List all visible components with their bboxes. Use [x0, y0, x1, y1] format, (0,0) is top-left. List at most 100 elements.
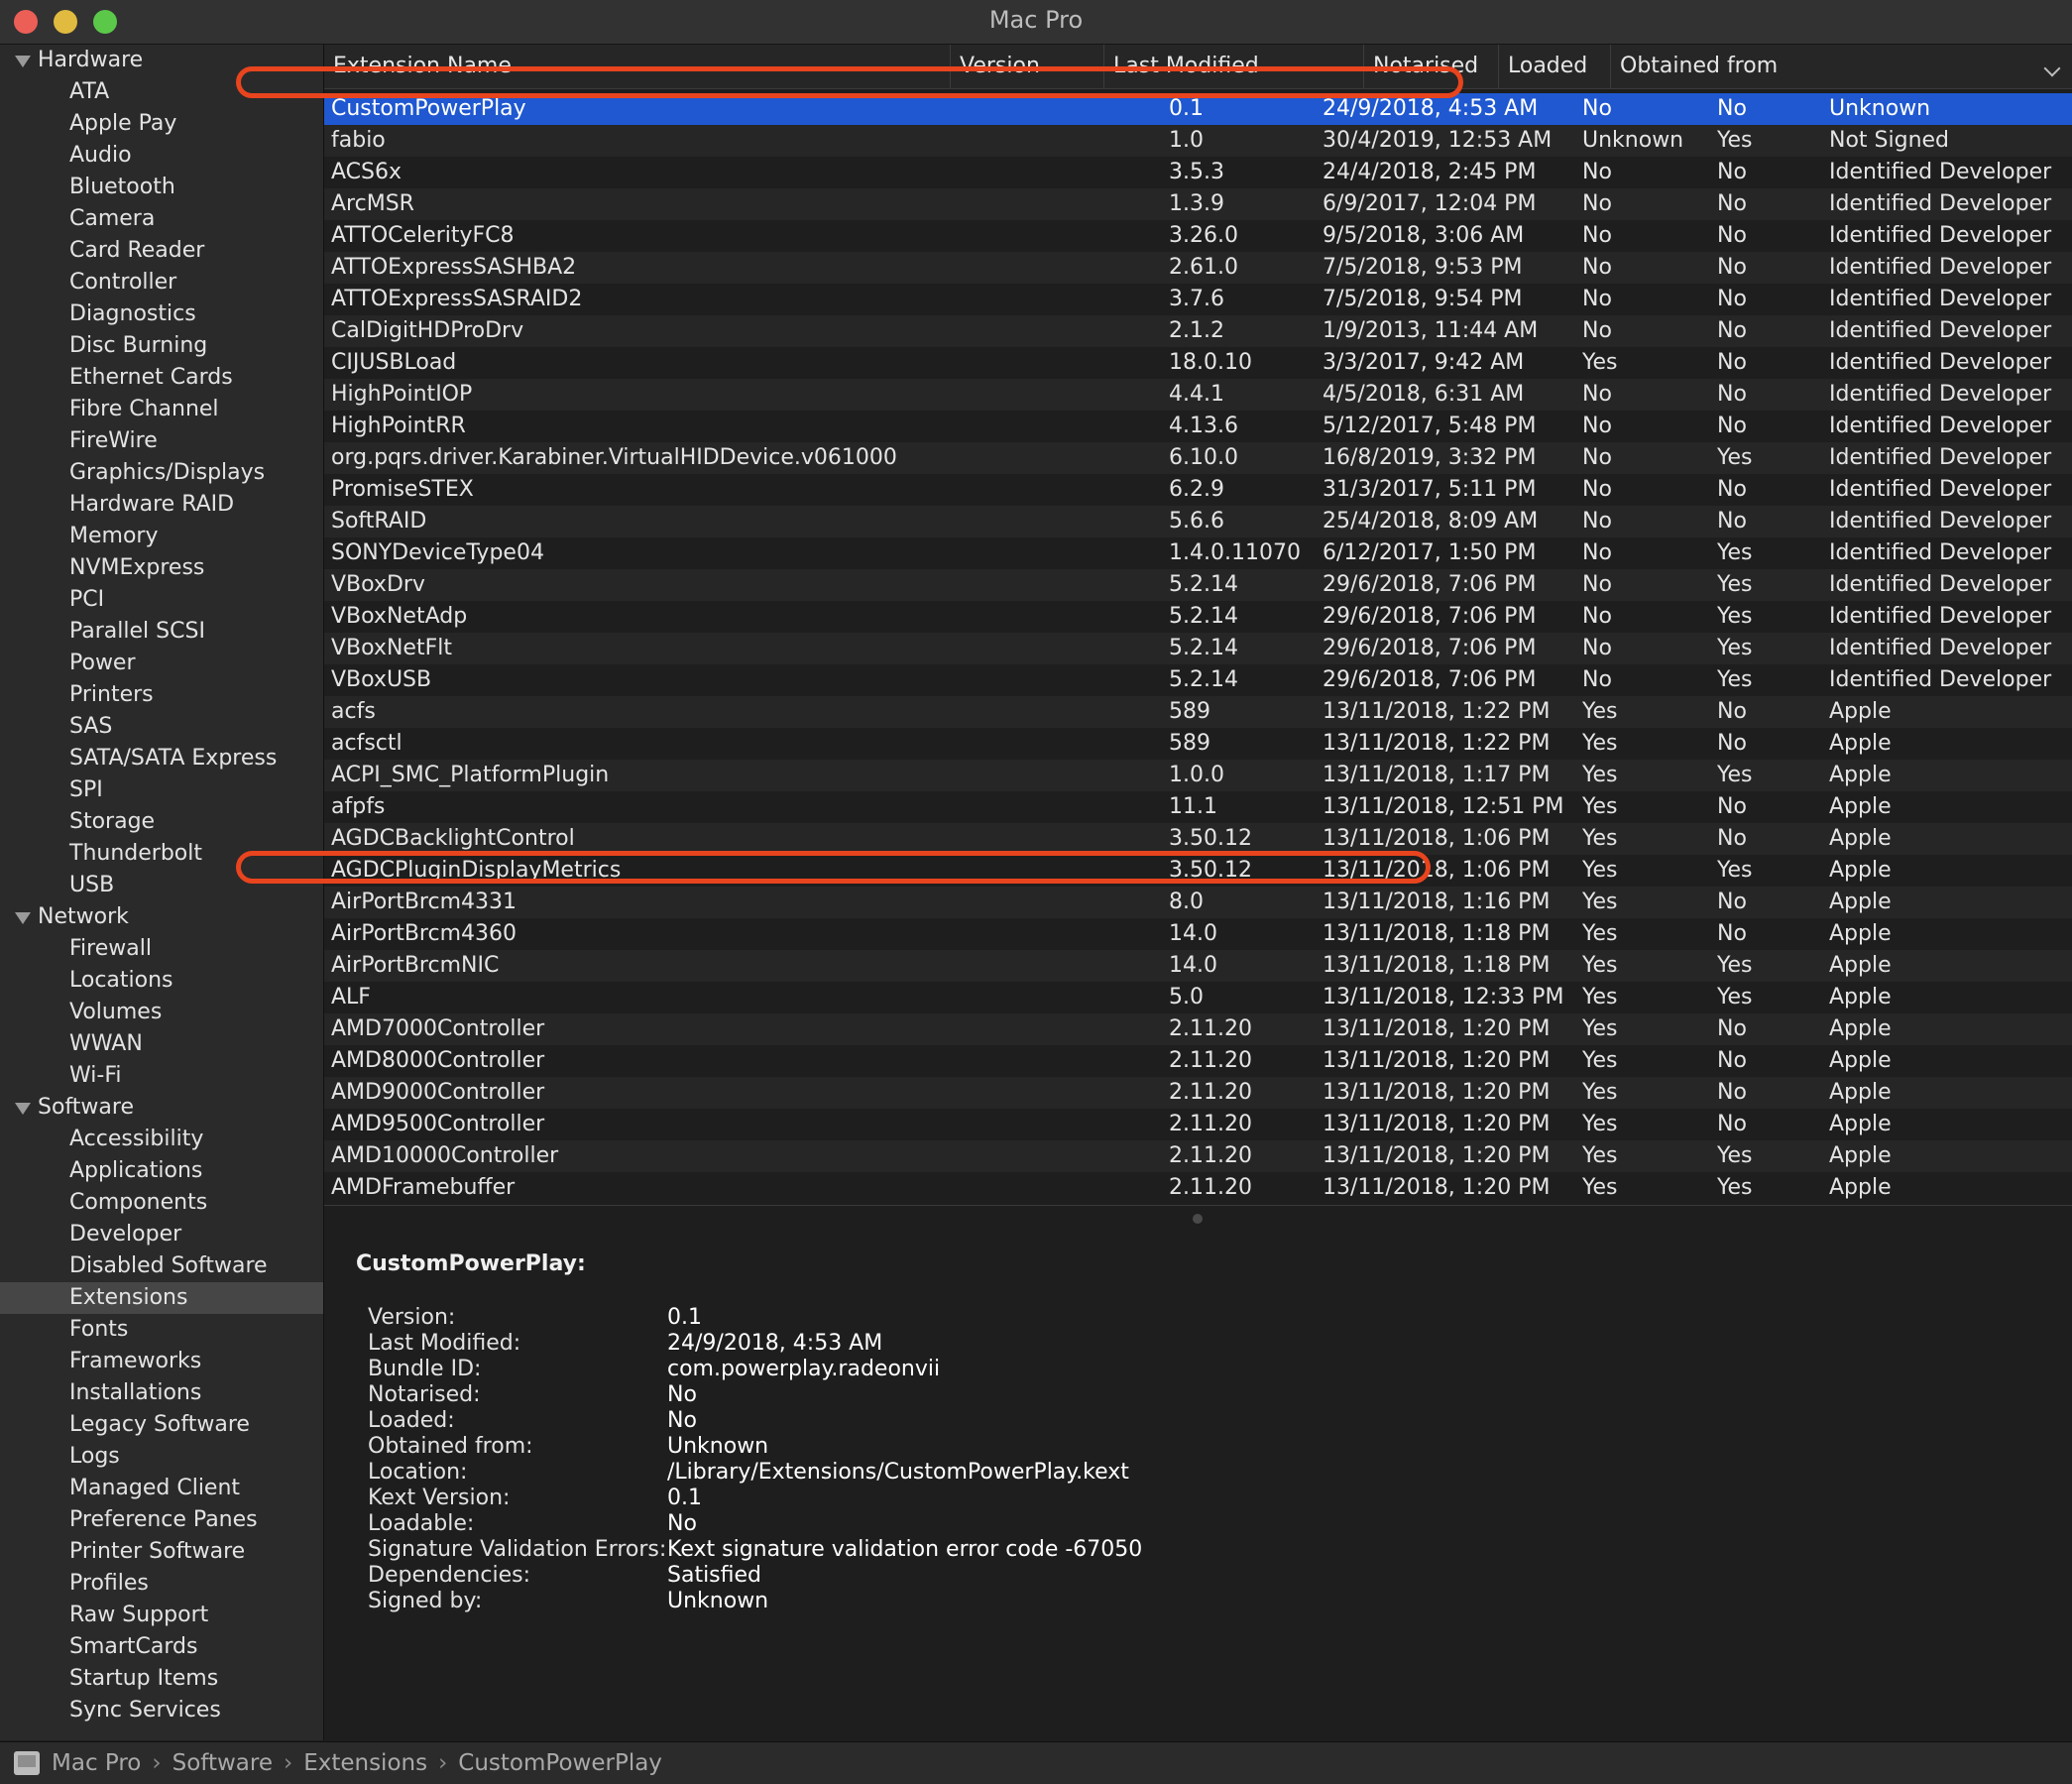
sidebar-item-frameworks[interactable]: Frameworks	[0, 1346, 323, 1377]
sidebar-item-audio[interactable]: Audio	[0, 140, 323, 172]
sidebar-item-applications[interactable]: Applications	[0, 1155, 323, 1187]
sidebar-item-locations[interactable]: Locations	[0, 965, 323, 997]
sidebar-item-hardware-raid[interactable]: Hardware RAID	[0, 489, 323, 521]
sidebar-item-graphics-displays[interactable]: Graphics/Displays	[0, 457, 323, 489]
sidebar-item-storage[interactable]: Storage	[0, 806, 323, 838]
breadcrumb-item-extensions[interactable]: Extensions	[303, 1750, 427, 1776]
table-row[interactable]: acfsctl 589 13/11/2018, 1:22 PM Yes No Apple	[324, 728, 2072, 760]
table-row[interactable]: org.pqrs.driver.Karabiner.VirtualHIDDevi…	[324, 442, 2072, 474]
sidebar-item-diagnostics[interactable]: Diagnostics	[0, 298, 323, 330]
table-row[interactable]: AMD9000Controller 2.11.20 13/11/2018, 1:20…	[324, 1077, 2072, 1109]
sidebar-section-hardware[interactable]: Hardware	[0, 45, 323, 76]
split-view-divider[interactable]	[324, 1205, 2072, 1233]
sidebar-item-fonts[interactable]: Fonts	[0, 1314, 323, 1346]
table-row[interactable]: SoftRAID 5.6.6 25/4/2018, 8:09 AM No No Ident…	[324, 506, 2072, 537]
disclosure-triangle-icon[interactable]	[15, 1103, 31, 1115]
sidebar-item-ata[interactable]: ATA	[0, 76, 323, 108]
table-row[interactable]: AMDFramebuffer 2.11.20 13/11/2018, 1:20 PM…	[324, 1172, 2072, 1204]
sidebar-item-apple-pay[interactable]: Apple Pay	[0, 108, 323, 140]
table-row[interactable]: ATTOExpressSASRAID2 3.7.6 7/5/2018, 9:54 P…	[324, 284, 2072, 315]
sidebar-item-profiles[interactable]: Profiles	[0, 1568, 323, 1600]
sidebar-item-disc-burning[interactable]: Disc Burning	[0, 330, 323, 362]
sidebar-item-wi-fi[interactable]: Wi-Fi	[0, 1060, 323, 1092]
table-row[interactable]: ACPI_SMC_PlatformPlugin 1.0.0 13/11/2018, …	[324, 760, 2072, 791]
sidebar-item-fibre-channel[interactable]: Fibre Channel	[0, 394, 323, 425]
sidebar-item-managed-client[interactable]: Managed Client	[0, 1473, 323, 1504]
sidebar-item-startup-items[interactable]: Startup Items	[0, 1663, 323, 1695]
table-row[interactable]: AirPortBrcmNIC 14.0 13/11/2018, 1:18 PM Yes…	[324, 950, 2072, 982]
sidebar-item-extensions[interactable]: Extensions	[0, 1282, 323, 1314]
sidebar-item-spi[interactable]: SPI	[0, 774, 323, 806]
table-row[interactable]: acfs 589 13/11/2018, 1:22 PM Yes No Apple	[324, 696, 2072, 728]
column-header-notarised[interactable]: Notarised	[1364, 45, 1499, 88]
sidebar-item-nvmexpress[interactable]: NVMExpress	[0, 552, 323, 584]
sidebar-item-pci[interactable]: PCI	[0, 584, 323, 616]
table-row[interactable]: ALF 5.0 13/11/2018, 12:33 PM Yes Yes Apple	[324, 982, 2072, 1013]
sidebar-item-printers[interactable]: Printers	[0, 679, 323, 711]
table-row[interactable]: AGDCPluginDisplayMetrics 3.50.12 13/11/201…	[324, 855, 2072, 887]
disclosure-triangle-icon[interactable]	[15, 912, 31, 924]
column-header-loaded[interactable]: Loaded	[1499, 45, 1611, 88]
sidebar-item-installations[interactable]: Installations	[0, 1377, 323, 1409]
breadcrumb-item-mac-pro[interactable]: Mac Pro	[52, 1750, 141, 1776]
table-row[interactable]: ATTOCelerityFC8 3.26.0 9/5/2018, 3:06 AM No…	[324, 220, 2072, 252]
table-row[interactable]: AMD9500Controller 2.11.20 13/11/2018, 1:20…	[324, 1109, 2072, 1140]
breadcrumb-item-software[interactable]: Software	[173, 1750, 273, 1776]
table-row[interactable]: afpfs 11.1 13/11/2018, 12:51 PM Yes No Apple	[324, 791, 2072, 823]
table-row[interactable]: AMD8000Controller 2.11.20 13/11/2018, 1:20…	[324, 1045, 2072, 1077]
sidebar-item-sync-services[interactable]: Sync Services	[0, 1695, 323, 1726]
sidebar-item-controller[interactable]: Controller	[0, 267, 323, 298]
table-row[interactable]: AGDCBacklightControl 3.50.12 13/11/2018, 1…	[324, 823, 2072, 855]
sidebar-item-accessibility[interactable]: Accessibility	[0, 1124, 323, 1155]
table-row[interactable]: HighPointRR 4.13.6 5/12/2017, 5:48 PM No No I…	[324, 411, 2072, 442]
table-row[interactable]: HighPointIOP 4.4.1 4/5/2018, 6:31 AM No No Id…	[324, 379, 2072, 411]
table-row[interactable]: CIJUSBLoad 18.0.10 3/3/2017, 9:42 AM Yes No I…	[324, 347, 2072, 379]
sidebar-item-thunderbolt[interactable]: Thunderbolt	[0, 838, 323, 870]
table-row[interactable]: SONYDeviceType04 1.4.0.11070 6/12/2017, 1:…	[324, 537, 2072, 569]
table-row[interactable]: AMD10000Controller 2.11.20 13/11/2018, 1:2…	[324, 1140, 2072, 1172]
table-row[interactable]: CalDigitHDProDrv 2.1.2 1/9/2013, 11:44 AM N…	[324, 315, 2072, 347]
sidebar-item-sas[interactable]: SAS	[0, 711, 323, 743]
sidebar-item-camera[interactable]: Camera	[0, 203, 323, 235]
sidebar-item-legacy-software[interactable]: Legacy Software	[0, 1409, 323, 1441]
disclosure-triangle-icon[interactable]	[15, 56, 31, 67]
sidebar-item-bluetooth[interactable]: Bluetooth	[0, 172, 323, 203]
table-row[interactable]: AirPortBrcm4331 8.0 13/11/2018, 1:16 PM Yes…	[324, 887, 2072, 918]
table-row[interactable]: PromiseSTEX 6.2.9 31/3/2017, 5:11 PM No No Id…	[324, 474, 2072, 506]
table-row[interactable]: ACS6x 3.5.3 24/4/2018, 2:45 PM No No Identifi…	[324, 157, 2072, 188]
table-row[interactable]: ATTOExpressSASHBA2 2.61.0 7/5/2018, 9:53 P…	[324, 252, 2072, 284]
table-row[interactable]: AMD7000Controller 2.11.20 13/11/2018, 1:20…	[324, 1013, 2072, 1045]
table-row[interactable]: VBoxUSB 5.2.14 29/6/2018, 7:06 PM No Yes Iden…	[324, 664, 2072, 696]
sidebar-section-software[interactable]: Software	[0, 1092, 323, 1124]
sidebar-item-firewire[interactable]: FireWire	[0, 425, 323, 457]
table-row[interactable]: AirPortBrcm4360 14.0 13/11/2018, 1:18 PM Ye…	[324, 918, 2072, 950]
sidebar-item-memory[interactable]: Memory	[0, 521, 323, 552]
column-header-version[interactable]: Version	[951, 45, 1104, 88]
column-header-obtained-from[interactable]: Obtained from	[1611, 45, 2072, 88]
sidebar-item-components[interactable]: Components	[0, 1187, 323, 1219]
table-row[interactable]: CustomPowerPlay 0.1 24/9/2018, 4:53 AM No No…	[324, 93, 2072, 125]
sidebar-item-disabled-software[interactable]: Disabled Software	[0, 1250, 323, 1282]
column-header-last-modified[interactable]: Last Modified	[1104, 45, 1364, 88]
table-row[interactable]: VBoxNetAdp 5.2.14 29/6/2018, 7:06 PM No Yes I…	[324, 601, 2072, 633]
sidebar-item-wwan[interactable]: WWAN	[0, 1028, 323, 1060]
sidebar-item-sata-sata-express[interactable]: SATA/SATA Express	[0, 743, 323, 774]
sidebar-item-raw-support[interactable]: Raw Support	[0, 1600, 323, 1631]
sidebar-item-preference-panes[interactable]: Preference Panes	[0, 1504, 323, 1536]
sidebar-item-volumes[interactable]: Volumes	[0, 997, 323, 1028]
table-row[interactable]: fabio 1.0 30/4/2019, 12:53 AM Unknown Yes Not…	[324, 125, 2072, 157]
sidebar-item-usb[interactable]: USB	[0, 870, 323, 901]
column-header-extension-name[interactable]: Extension Name	[324, 45, 951, 88]
table-row[interactable]: VBoxNetFlt 5.2.14 29/6/2018, 7:06 PM No Yes I…	[324, 633, 2072, 664]
sidebar-item-developer[interactable]: Developer	[0, 1219, 323, 1250]
table-row[interactable]: ArcMSR 1.3.9 6/9/2017, 12:04 PM No No Identif…	[324, 188, 2072, 220]
sidebar-item-card-reader[interactable]: Card Reader	[0, 235, 323, 267]
sidebar-item-parallel-scsi[interactable]: Parallel SCSI	[0, 616, 323, 648]
sidebar-item-logs[interactable]: Logs	[0, 1441, 323, 1473]
sidebar-item-smartcards[interactable]: SmartCards	[0, 1631, 323, 1663]
sidebar-item-printer-software[interactable]: Printer Software	[0, 1536, 323, 1568]
breadcrumb-item-custompowerplay[interactable]: CustomPowerPlay	[458, 1750, 662, 1776]
sidebar-item-power[interactable]: Power	[0, 648, 323, 679]
table-row[interactable]: VBoxDrv 5.2.14 29/6/2018, 7:06 PM No Yes Iden…	[324, 569, 2072, 601]
sidebar-section-network[interactable]: Network	[0, 901, 323, 933]
